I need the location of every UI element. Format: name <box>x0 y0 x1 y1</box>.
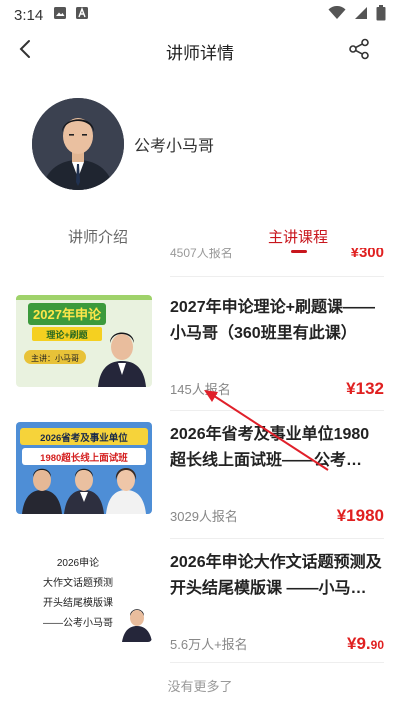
course-price: ¥132 <box>346 379 384 398</box>
course-price: ¥1980 <box>336 506 384 525</box>
enroll-count: 5.6万人+报名 <box>170 637 248 652</box>
course-price: ¥9.90 <box>347 634 384 654</box>
partial-row: 4507人报名 ¥300 <box>170 248 384 261</box>
tab-main-courses[interactable]: 主讲课程 <box>268 226 328 247</box>
thumb-sub: 理论+刷题 <box>46 329 88 340</box>
partial-row-price: ¥300 <box>350 248 384 261</box>
page-title: 讲师详情 <box>166 43 234 63</box>
course-thumbnail: 2027年申论 理论+刷题 主讲：小马哥 <box>16 295 152 387</box>
back-button[interactable] <box>10 36 40 66</box>
course-thumbnail: 2026申论 大作文话题预测 开头结尾模版课 ——公考小马哥 <box>16 550 152 642</box>
thumb-headline: 2027年申论 <box>33 307 102 322</box>
nav-bar: 讲师详情 <box>0 30 400 72</box>
course-title: 2026年申论大作文话题预测及开头结尾模版课 ——小马… <box>170 554 382 597</box>
course-meta: 5.6万人+报名 ¥9.90 <box>170 634 384 654</box>
price-cents: 90 <box>370 638 384 652</box>
list-divider <box>170 410 384 411</box>
share-icon <box>348 38 370 65</box>
image-icon <box>53 6 67 24</box>
course-item[interactable]: 2026省考及事业单位 1980超长线上面试班 2026年省考及事业单位1980… <box>0 422 400 542</box>
no-more-note: 没有更多了 <box>167 679 233 694</box>
status-bar: 3:14 <box>0 0 400 30</box>
thumb-line3: 开头结尾模版课 <box>43 596 113 609</box>
teacher-name: 公考小马哥 <box>134 138 215 155</box>
a-badge-icon <box>75 6 89 24</box>
tab-teacher-intro[interactable]: 讲师介绍 <box>68 226 128 247</box>
partial-row-enroll: 4507人报名 <box>170 248 233 260</box>
enroll-count: 3029人报名 <box>170 509 238 524</box>
course-title: 2027年申论理论+刷题课——小马哥（360班里有此课） <box>170 299 375 342</box>
list-divider <box>170 662 384 663</box>
share-button[interactable] <box>344 36 374 66</box>
list-divider <box>170 276 384 277</box>
course-list[interactable]: 4507人报名 ¥300 2027年申论 理论+刷题 主讲：小马哥 2027年申… <box>0 248 400 668</box>
status-indicators <box>328 5 386 25</box>
course-item[interactable]: 2027年申论 理论+刷题 主讲：小马哥 2027年申论理论+刷题课——小马哥（… <box>0 295 400 415</box>
wifi-icon <box>328 5 346 24</box>
thumb-line2: 大作文话题预测 <box>43 576 113 589</box>
signal-icon <box>354 6 368 24</box>
avatar[interactable] <box>32 98 124 190</box>
course-meta: 145人报名 ¥132 <box>170 379 384 399</box>
chevron-left-icon <box>18 39 32 64</box>
list-divider <box>170 538 384 539</box>
thumb-sub: 1980超长线上面试班 <box>40 452 128 464</box>
course-meta: 3029人报名 ¥1980 <box>170 506 384 526</box>
course-title: 2026年省考及事业单位1980超长线上面试班——公考… <box>170 426 370 469</box>
battery-icon <box>376 5 386 25</box>
thumb-line4: ——公考小马哥 <box>43 617 113 629</box>
price-main: ¥9. <box>347 634 371 653</box>
thumb-presenter: 主讲：小马哥 <box>31 353 79 363</box>
status-time: 3:14 <box>14 6 44 24</box>
teacher-profile: 公考小马哥 <box>32 98 214 190</box>
thumb-headline: 2026省考及事业单位 <box>40 432 128 444</box>
course-thumbnail: 2026省考及事业单位 1980超长线上面试班 <box>16 422 152 514</box>
thumb-line1: 2026申论 <box>57 556 99 569</box>
course-item[interactable]: 2026申论 大作文话题预测 开头结尾模版课 ——公考小马哥 2026年申论大作… <box>0 550 400 668</box>
enroll-count: 145人报名 <box>170 382 231 397</box>
